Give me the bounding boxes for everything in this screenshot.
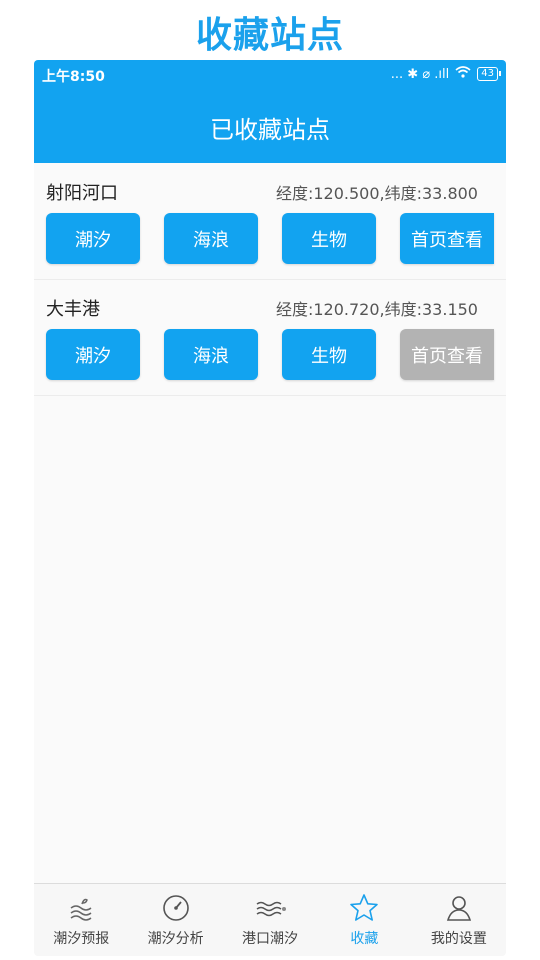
- station-name: 大丰港: [46, 299, 100, 320]
- status-time: 上午8:50: [42, 69, 105, 85]
- tab-favorites[interactable]: 收藏: [317, 884, 411, 956]
- station-name: 射阳河口: [46, 183, 118, 204]
- station-card: 大丰港 经度:120.720,纬度:33.150 潮汐 海浪 生物 首页查看: [34, 279, 506, 396]
- page: 收藏站点 上午8:50 ... ✱ ⌀ .ıll 43 已收藏站点 射阳河口 经…: [0, 0, 540, 960]
- wifi-icon: [455, 66, 471, 82]
- tab-label: 潮汐分析: [147, 931, 204, 947]
- tab-tide-analysis[interactable]: 潮汐分析: [128, 884, 222, 956]
- tab-label: 潮汐预报: [53, 931, 110, 947]
- app-bar-title: 已收藏站点: [210, 116, 330, 144]
- home-view-button[interactable]: 首页查看: [400, 213, 494, 264]
- home-view-button[interactable]: 首页查看: [400, 329, 494, 380]
- tab-tide-forecast[interactable]: 潮汐预报: [34, 884, 128, 956]
- status-icons: ... ✱ ⌀ .ıll 43: [390, 66, 501, 82]
- tide-button[interactable]: 潮汐: [46, 329, 140, 380]
- signal-icons: ... ✱ ⌀ .ıll: [390, 66, 450, 82]
- waves-icon: [70, 898, 92, 921]
- tab-my-settings[interactable]: 我的设置: [412, 884, 506, 956]
- tab-label: 收藏: [350, 931, 379, 947]
- harbor-waves-icon: [256, 901, 287, 917]
- user-icon: [446, 896, 471, 921]
- biology-button[interactable]: 生物: [282, 213, 376, 264]
- battery-icon: 43: [477, 67, 501, 81]
- gauge-icon: [162, 895, 189, 921]
- tab-harbor-tide[interactable]: 港口潮汐: [223, 884, 317, 956]
- phone-screen: 上午8:50 ... ✱ ⌀ .ıll 43 已收藏站点 射阳河口 经度:120…: [34, 60, 506, 956]
- star-icon: [350, 894, 379, 921]
- wave-button[interactable]: 海浪: [164, 213, 258, 264]
- station-coordinates: 经度:120.500,纬度:33.800: [275, 184, 478, 203]
- tab-label: 港口潮汐: [242, 931, 299, 947]
- station-card: 射阳河口 经度:120.500,纬度:33.800 潮汐 海浪 生物 首页查看: [34, 163, 506, 280]
- screen-title: 收藏站点: [195, 15, 344, 56]
- app-bar: 上午8:50 ... ✱ ⌀ .ıll 43 已收藏站点: [34, 60, 506, 163]
- biology-button[interactable]: 生物: [282, 329, 376, 380]
- bottom-tab-bar: 潮汐预报 潮汐分析 港口潮汐 收藏 我的设置: [34, 883, 506, 956]
- wave-button[interactable]: 海浪: [164, 329, 258, 380]
- station-coordinates: 经度:120.720,纬度:33.150: [275, 300, 478, 319]
- tab-label: 我的设置: [430, 931, 487, 947]
- tide-button[interactable]: 潮汐: [46, 213, 140, 264]
